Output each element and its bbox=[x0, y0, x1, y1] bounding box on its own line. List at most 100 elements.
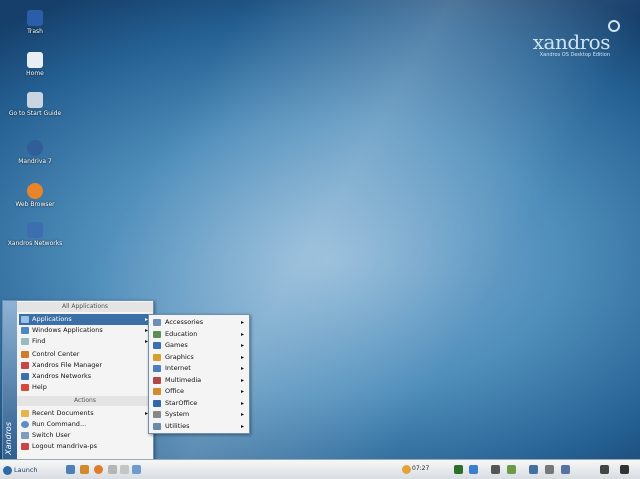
menu-section-actions: Actions bbox=[17, 396, 153, 406]
applications-submenu: Accessories ▸ Education ▸ Games ▸ Graphi… bbox=[148, 314, 250, 434]
desktop-icon-xandros-networks[interactable]: Xandros Networks bbox=[6, 222, 64, 247]
menu-item-label: Windows Applications bbox=[32, 326, 103, 334]
submenu-item-label: Multimedia bbox=[165, 375, 202, 384]
desktop-icon-home[interactable]: Home bbox=[6, 52, 64, 77]
keyboard-icon[interactable] bbox=[561, 465, 570, 474]
chevron-right-icon: ▸ bbox=[240, 365, 244, 372]
clock-icon bbox=[402, 465, 411, 474]
desktop-icon-start-guide[interactable]: Go to Start Guide bbox=[6, 92, 64, 117]
menu-item-run-command[interactable]: Run Command... bbox=[19, 419, 151, 430]
submenu-item-label: Accessories bbox=[165, 318, 204, 326]
internet-icon bbox=[153, 365, 161, 372]
battery-icon[interactable] bbox=[507, 465, 516, 474]
power-icon[interactable] bbox=[620, 465, 629, 474]
desktop-icon-trash[interactable]: Trash bbox=[6, 10, 64, 35]
submenu-item-label: Internet bbox=[165, 364, 191, 372]
logo-mark-icon bbox=[608, 20, 620, 32]
menu-item-windows-applications[interactable]: Windows Applications ▸ bbox=[19, 325, 151, 336]
submenu-item-staroffice[interactable]: StarOffice ▸ bbox=[151, 398, 247, 410]
menu-item-control-center[interactable]: Control Center bbox=[19, 349, 151, 360]
submenu-item-accessories[interactable]: Accessories ▸ bbox=[151, 317, 247, 329]
games-icon bbox=[153, 342, 161, 349]
home-icon bbox=[27, 52, 43, 68]
submenu-item-label: Education bbox=[165, 329, 198, 338]
menu-item-label: Help bbox=[32, 383, 47, 391]
file-manager-icon bbox=[21, 362, 29, 369]
start-menu: Xandros All Applications Applications ▸ … bbox=[2, 300, 154, 460]
menu-item-find[interactable]: Find ▸ bbox=[19, 336, 151, 347]
submenu-item-education[interactable]: Education ▸ bbox=[151, 329, 247, 341]
chevron-right-icon: ▸ bbox=[240, 319, 244, 326]
launch-label: Launch bbox=[14, 466, 38, 474]
launch-icon bbox=[3, 466, 12, 475]
menu-item-label: Applications bbox=[32, 315, 72, 323]
chevron-right-icon: ▸ bbox=[240, 411, 244, 418]
desktop-icon-mandriva[interactable]: Mandriva 7 bbox=[6, 140, 64, 165]
desktop-icon-label: Web Browser bbox=[15, 201, 55, 208]
browser-icon[interactable] bbox=[94, 465, 103, 474]
network-icon[interactable] bbox=[454, 465, 463, 474]
chevron-right-icon: ▸ bbox=[240, 399, 244, 407]
display-icon[interactable] bbox=[529, 465, 538, 474]
menu-item-switch-user[interactable]: Switch User bbox=[19, 430, 151, 441]
submenu-item-games[interactable]: Games ▸ bbox=[151, 340, 247, 352]
menu-header: All Applications bbox=[17, 302, 153, 312]
accessories-icon bbox=[153, 319, 161, 326]
desktop-icon-label: Mandriva 7 bbox=[18, 158, 52, 165]
menu-item-label: Logout mandriva-ps bbox=[32, 442, 98, 450]
office-icon bbox=[153, 388, 161, 395]
menu-item-xandros-networks[interactable]: Xandros Networks bbox=[19, 371, 151, 382]
office-icon[interactable] bbox=[132, 465, 141, 474]
menu-item-label: Switch User bbox=[32, 431, 71, 439]
update-icon[interactable] bbox=[469, 465, 478, 474]
control-center-icon bbox=[21, 351, 29, 358]
recent-docs-icon bbox=[21, 410, 29, 417]
logout-icon bbox=[21, 443, 29, 450]
system-icon bbox=[153, 411, 161, 418]
networks-icon bbox=[21, 373, 29, 380]
desktop-icon[interactable] bbox=[66, 465, 75, 474]
clipboard-icon[interactable] bbox=[545, 465, 554, 474]
mail-icon[interactable] bbox=[120, 465, 129, 474]
chevron-right-icon: ▸ bbox=[240, 388, 244, 395]
menu-item-file-manager[interactable]: Xandros File Manager bbox=[19, 360, 151, 371]
submenu-item-utilities[interactable]: Utilities ▸ bbox=[151, 421, 247, 433]
menu-item-applications[interactable]: Applications ▸ bbox=[19, 314, 151, 325]
menu-item-help[interactable]: Help bbox=[19, 382, 151, 393]
files-icon[interactable] bbox=[108, 465, 117, 474]
xandros-logo: xandros Xandros OS Desktop Edition bbox=[532, 20, 620, 58]
start-guide-icon bbox=[27, 92, 43, 108]
staroffice-icon bbox=[153, 399, 161, 407]
xandros-networks-icon bbox=[27, 222, 43, 238]
firefox-icon bbox=[27, 183, 43, 199]
menu-item-logout[interactable]: Logout mandriva-ps bbox=[19, 441, 151, 452]
taskbar: Launch 07:27 bbox=[0, 459, 640, 479]
volume-icon[interactable] bbox=[491, 465, 500, 474]
submenu-item-graphics[interactable]: Graphics ▸ bbox=[151, 352, 247, 364]
logo-tagline: Xandros OS Desktop Edition bbox=[539, 52, 610, 58]
launch-button[interactable]: Launch bbox=[2, 463, 46, 477]
find-icon bbox=[21, 338, 29, 345]
windows-apps-icon bbox=[21, 327, 29, 334]
submenu-item-internet[interactable]: Internet ▸ bbox=[151, 363, 247, 375]
start-menu-side-label: Xandros bbox=[4, 422, 13, 455]
desktop-icon-web-browser[interactable]: Web Browser bbox=[6, 183, 64, 208]
tray-clock[interactable]: 07:27 bbox=[412, 465, 429, 472]
education-icon bbox=[153, 330, 161, 338]
home-icon[interactable] bbox=[80, 465, 89, 474]
run-icon bbox=[21, 421, 29, 428]
mandriva-icon bbox=[27, 140, 43, 156]
submenu-item-label: Graphics bbox=[165, 352, 194, 361]
search-icon[interactable] bbox=[600, 465, 609, 474]
logo-name: xandros bbox=[532, 30, 611, 54]
submenu-item-multimedia[interactable]: Multimedia ▸ bbox=[151, 375, 247, 387]
graphics-icon bbox=[153, 353, 161, 361]
submenu-item-label: Utilities bbox=[165, 421, 190, 430]
chevron-right-icon: ▸ bbox=[240, 330, 244, 338]
multimedia-icon bbox=[153, 376, 161, 384]
submenu-item-office[interactable]: Office ▸ bbox=[151, 386, 247, 398]
submenu-item-system[interactable]: System ▸ bbox=[151, 409, 247, 421]
menu-item-recent-documents[interactable]: Recent Documents ▸ bbox=[19, 408, 151, 419]
submenu-item-label: System bbox=[165, 410, 190, 418]
desktop-icon-label: Xandros Networks bbox=[7, 240, 63, 247]
